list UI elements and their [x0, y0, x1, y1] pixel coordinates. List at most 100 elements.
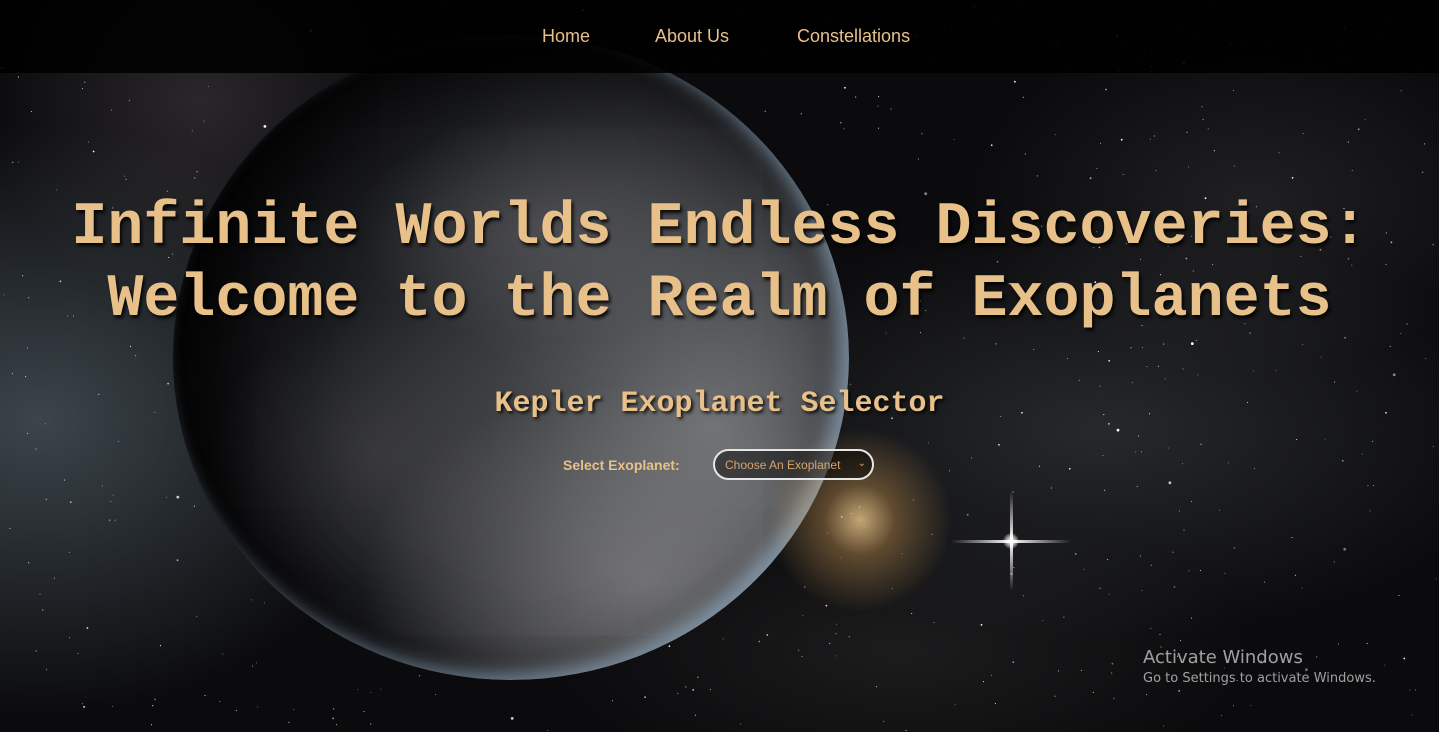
star-dot	[1432, 446, 1434, 448]
star-dot	[1180, 639, 1182, 641]
star-dot	[1104, 489, 1106, 491]
star-dot	[1167, 447, 1169, 449]
star-dot	[764, 110, 766, 112]
star-dot	[1013, 567, 1015, 569]
star-dot	[875, 686, 877, 688]
star-dot	[435, 693, 437, 696]
star-dot	[1097, 351, 1099, 353]
star-dot	[159, 645, 162, 647]
nav-constellations-link[interactable]: Constellations	[797, 25, 910, 47]
star-dot	[114, 519, 116, 521]
star-dot	[9, 527, 11, 529]
star-dot	[110, 109, 113, 111]
star-dot	[1145, 694, 1148, 696]
star-dot	[191, 130, 193, 132]
star-dot	[165, 496, 167, 498]
star-dot	[1384, 664, 1386, 666]
star-dot	[1083, 568, 1085, 571]
star-dot	[1116, 428, 1120, 432]
star-dot	[18, 161, 20, 163]
star-dot	[1227, 462, 1229, 464]
star-dot	[25, 376, 27, 378]
star-dot	[1063, 616, 1065, 618]
star-dot	[766, 634, 769, 636]
star-dot	[697, 676, 699, 678]
star-dot	[83, 706, 85, 708]
star-dot	[953, 138, 955, 141]
star-dot	[758, 640, 761, 643]
star-dot	[839, 121, 842, 124]
star-dot	[1178, 690, 1181, 692]
star-dot	[263, 125, 267, 128]
star-dot	[1120, 138, 1123, 141]
star-dot	[333, 708, 335, 710]
star-dot	[125, 178, 127, 180]
star-dot	[42, 609, 44, 611]
star-dot	[844, 86, 846, 89]
star-dot	[835, 655, 838, 657]
star-dot	[1207, 128, 1209, 130]
star-dot	[68, 552, 70, 554]
star-dot	[1232, 89, 1235, 92]
hero-headline-line-2: Welcome to the Realm of Exoplanets	[107, 266, 1332, 334]
selector-heading: Kepler Exoplanet Selector	[494, 387, 945, 421]
star-dot	[1343, 547, 1347, 551]
star-dot	[1195, 339, 1197, 341]
star-dot	[998, 443, 1000, 446]
star-dot	[129, 345, 132, 347]
star-dot	[1105, 88, 1107, 91]
star-dot	[685, 686, 687, 688]
nav-home-link[interactable]: Home	[542, 25, 590, 47]
star-dot	[1140, 451, 1142, 453]
nav-about-us-link[interactable]: About Us	[655, 25, 729, 47]
star-dot	[56, 189, 58, 191]
star-dot	[933, 622, 935, 624]
star-dot	[1213, 150, 1215, 152]
star-dot	[877, 105, 879, 107]
star-dot	[12, 161, 14, 163]
star-dot	[108, 519, 111, 522]
star-dot	[135, 355, 137, 357]
star-dot	[1186, 131, 1188, 133]
star-dot	[112, 705, 114, 707]
star-dot	[1367, 485, 1369, 487]
star-dot	[1122, 173, 1124, 175]
star-dot	[151, 724, 153, 726]
star-dot	[848, 636, 850, 638]
star-dot	[44, 423, 46, 425]
star-dot	[1033, 348, 1035, 351]
star-dot	[380, 688, 382, 690]
star-dot	[1054, 134, 1056, 136]
star-dot	[35, 650, 38, 652]
star-dot	[1155, 170, 1157, 172]
star-dot	[1111, 662, 1114, 665]
star-dot	[86, 627, 89, 629]
star-dot	[611, 700, 614, 702]
star-dot	[877, 127, 880, 129]
star-dot	[26, 347, 28, 349]
star-dot	[193, 505, 195, 507]
star-dot	[1074, 553, 1077, 555]
star-dot	[196, 171, 198, 173]
star-dot	[194, 177, 196, 179]
star-dot	[1301, 587, 1303, 589]
star-dot	[1042, 620, 1044, 622]
star-dot	[1369, 510, 1371, 512]
star-dot	[1232, 705, 1235, 707]
star-dot	[1096, 168, 1098, 170]
star-dot	[1108, 359, 1111, 362]
star-dot	[1181, 463, 1184, 465]
exoplanet-select-label: Select Exoplanet:	[563, 457, 680, 473]
star-dot	[1347, 141, 1349, 143]
star-dot	[196, 616, 198, 618]
star-dot	[1341, 459, 1344, 462]
star-dot	[843, 128, 845, 130]
star-dot	[1278, 152, 1280, 154]
star-dot	[1344, 336, 1346, 339]
star-dot	[167, 382, 170, 385]
star-dot	[1224, 572, 1226, 574]
exoplanet-select[interactable]: Choose An Exoplanet ⌄	[713, 449, 874, 480]
star-dot	[357, 688, 359, 691]
star-dot	[207, 85, 209, 87]
star-dot	[1398, 594, 1400, 597]
